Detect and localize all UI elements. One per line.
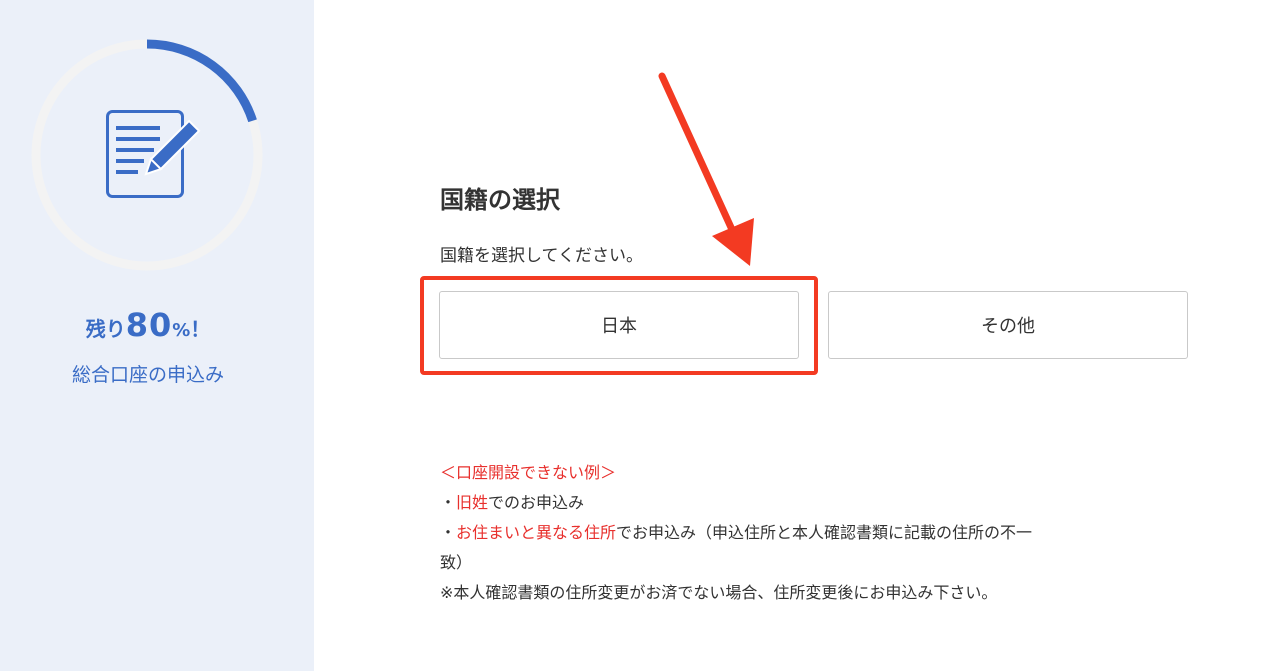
notes-bullet-1: ・旧姓でのお申込み — [440, 488, 1180, 518]
remaining-prefix: 残り — [85, 317, 126, 341]
nationality-other-button[interactable]: その他 — [828, 291, 1188, 359]
notes-heading: ＜口座開設できない例＞ — [440, 463, 617, 482]
document-edit-icon — [106, 110, 201, 198]
sidebar: 残り80%！ 総合口座の申込み — [0, 0, 314, 671]
bullet-1-text: でのお申込み — [488, 493, 585, 512]
bullet-2-highlight: お住まいと異なる住所 — [456, 523, 617, 542]
nationality-japan-button[interactable]: 日本 — [439, 291, 799, 359]
annotation-arrow-icon — [658, 72, 754, 266]
notes-bullet-2-continuation: 致） — [440, 553, 473, 572]
progress-ring — [31, 39, 263, 271]
bullet-2-text: でお申込み（申込住所と本人確認書類に記載の住所の不一 — [616, 523, 1033, 542]
bullet-marker: ・ — [440, 523, 457, 542]
remaining-unit: % — [172, 320, 191, 341]
main-content: 国籍の選択 国籍を選択してください。 日本 その他 ＜口座開設できない例＞ ・旧… — [314, 0, 1280, 671]
section-description: 国籍を選択してください。 — [440, 246, 643, 266]
bullet-marker: ・ — [440, 493, 457, 512]
remaining-suffix: ！ — [190, 317, 211, 341]
page-title: 国籍の選択 — [440, 186, 560, 214]
bullet-1-highlight: 旧姓 — [456, 493, 489, 512]
progress-remaining-label: 残り80%！ — [0, 306, 296, 344]
notes-block: ＜口座開設できない例＞ ・旧姓でのお申込み ・お住まいと異なる住所でお申込み（申… — [440, 458, 1180, 608]
notes-footnote: ※本人確認書類の住所変更がお済でない場合、住所変更後にお申込み下さい。 — [440, 583, 998, 602]
remaining-value: 80 — [125, 306, 173, 344]
notes-bullet-2: ・お住まいと異なる住所でお申込み（申込住所と本人確認書類に記載の住所の不一 — [440, 518, 1180, 548]
sidebar-caption: 総合口座の申込み — [71, 364, 224, 386]
